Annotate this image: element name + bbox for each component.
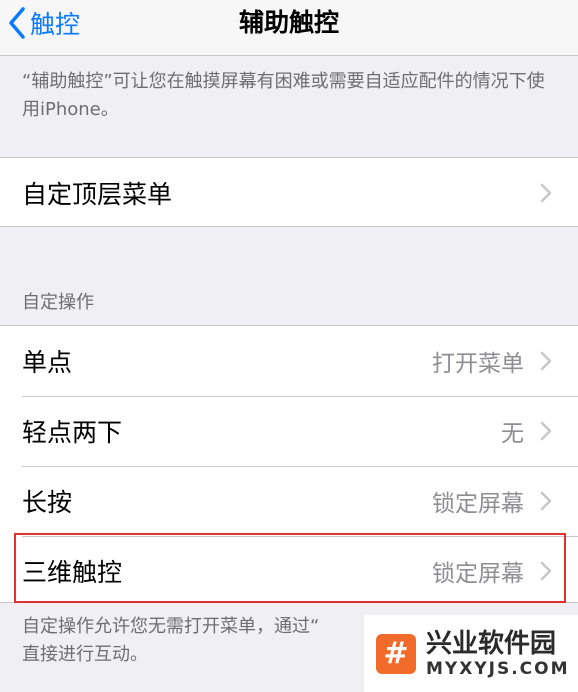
- action-row-long-press[interactable]: 长按 锁定屏幕: [0, 466, 578, 536]
- custom-actions-group: 单点 打开菜单 轻点两下 无 长按 锁定屏幕 三维触控 锁定屏幕: [0, 325, 578, 603]
- chevron-right-icon: [540, 351, 552, 371]
- row-label: 轻点两下: [22, 418, 123, 447]
- row-label: 自定顶层菜单: [22, 180, 173, 209]
- watermark-text: 兴业软件园 MYXYJS.COM: [426, 629, 570, 679]
- row-value: 锁定屏幕: [432, 491, 524, 517]
- page-title: 辅助触控: [238, 8, 339, 37]
- footer-line-2: 直接进行互动。: [22, 644, 148, 665]
- row-value: 无: [501, 421, 524, 447]
- row-label: 长按: [22, 488, 73, 517]
- watermark: # 兴业软件园 MYXYJS.COM: [364, 615, 578, 692]
- description-text: “辅助触控”可让您在触摸屏幕有困难或需要自适应配件的情况下使用iPhone。: [22, 71, 545, 120]
- row-label: 三维触控: [22, 558, 123, 587]
- action-row-3d-touch[interactable]: 三维触控 锁定屏幕: [0, 536, 578, 606]
- footer-line-1: 自定操作允许您无需打开菜单，通过“: [22, 616, 320, 637]
- navigation-bar: 触控 辅助触控: [0, 0, 578, 56]
- customize-top-menu-row[interactable]: 自定顶层菜单: [0, 158, 578, 228]
- action-row-single-tap[interactable]: 单点 打开菜单: [0, 326, 578, 396]
- chevron-right-icon: [540, 491, 552, 511]
- description-footer: 自定操作允许您无需打开菜单，通过“ 直接进行互动。: [22, 613, 362, 669]
- action-row-double-tap[interactable]: 轻点两下 无: [0, 396, 578, 466]
- chevron-right-icon: [540, 561, 552, 581]
- chevron-right-icon: [540, 421, 552, 441]
- row-value: 锁定屏幕: [432, 561, 524, 587]
- top-menu-group: 自定顶层菜单: [0, 157, 578, 227]
- chevron-right-icon: [540, 183, 552, 203]
- hash-logo-icon: #: [376, 633, 416, 674]
- section-header: 自定操作: [22, 292, 94, 313]
- row-label: 单点: [22, 348, 73, 377]
- row-value: 打开菜单: [432, 351, 524, 377]
- watermark-url: MYXYJS.COM: [426, 658, 570, 679]
- watermark-name: 兴业软件园: [426, 628, 557, 659]
